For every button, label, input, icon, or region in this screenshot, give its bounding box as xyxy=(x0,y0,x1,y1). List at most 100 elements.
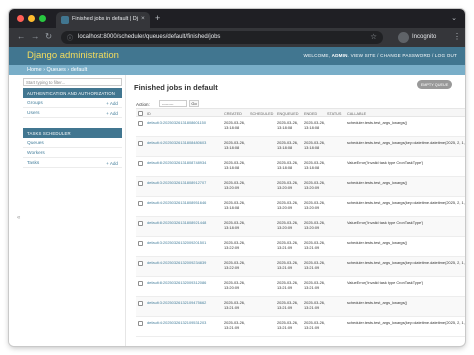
tab-strip: Finished jobs in default | Dj... × + ⌄ xyxy=(9,9,465,28)
collapse-sidebar-icon[interactable]: « xyxy=(17,215,20,221)
row-checkbox[interactable] xyxy=(138,141,143,146)
empty-queue-button[interactable]: EMPTY QUEUE xyxy=(417,80,452,89)
add-group-link[interactable]: + Add xyxy=(106,101,118,106)
callable-cell: scheduler.tests.test_args_kwargs(key=dat… xyxy=(347,260,465,265)
job-id-link[interactable]: default:4:20250326132109531203 xyxy=(147,320,206,325)
user-links[interactable]: . VIEW SITE / CHANGE PASSWORD / LOG OUT xyxy=(348,53,457,58)
table-row: default:3:20250326132009201501 2025-03-26… xyxy=(136,237,465,257)
browser-menu-icon[interactable]: ⋮ xyxy=(453,32,461,41)
column-header-scheduled[interactable]: SCHEDULED xyxy=(250,112,273,116)
enqueued-cell: 2025-03-26, 13:20:09 xyxy=(277,180,298,191)
sidebar-item-label[interactable]: Users xyxy=(27,111,40,116)
table-header: ID CREATED SCHEDULED ENQUEUED ENDED STAT… xyxy=(136,108,465,117)
column-header-callable[interactable]: CALLABLE xyxy=(347,112,366,116)
job-id-link[interactable]: default:4:20250326131808480603 xyxy=(147,140,206,145)
close-tab-icon[interactable]: × xyxy=(141,15,145,22)
address-bar[interactable]: ⓘ localhost:8000/scheduler/queues/defaul… xyxy=(61,31,383,44)
sidebar-item-workers[interactable]: Workers xyxy=(23,148,122,158)
row-checkbox[interactable] xyxy=(138,281,143,286)
table-row: default:4:20250326132009234839 2025-03-26… xyxy=(136,257,465,277)
sidebar-item-label[interactable]: Workers xyxy=(27,151,45,156)
table-row: default:4:20250326131808480603 2025-03-26… xyxy=(136,137,465,157)
go-button[interactable]: Go xyxy=(189,100,199,107)
sidebar-item-tasks[interactable]: Tasks + Add xyxy=(23,158,122,168)
job-id-link[interactable]: default:8:20250326132009312086 xyxy=(147,280,206,285)
nav-sidebar: Start typing to filter... AUTHENTICATION… xyxy=(9,75,126,346)
job-id-link[interactable]: default:4:20250326131808951646 xyxy=(147,200,206,205)
tab-search-icon[interactable]: ⌄ xyxy=(451,14,457,22)
column-header-ended[interactable]: ENDED xyxy=(304,112,317,116)
enqueued-cell: 2025-03-26, 13:20:09 xyxy=(277,220,298,231)
site-info-icon[interactable]: ⓘ xyxy=(67,33,73,42)
content-main: Finished jobs in default EMPTY QUEUE Act… xyxy=(126,75,465,346)
row-checkbox[interactable] xyxy=(138,161,143,166)
enqueued-cell: 2025-03-26, 13:20:09 xyxy=(277,200,298,211)
sidebar-item-label[interactable]: Queues xyxy=(27,141,44,146)
row-checkbox[interactable] xyxy=(138,221,143,226)
column-header-id[interactable]: ID xyxy=(147,112,151,116)
maximize-window-dot[interactable] xyxy=(39,15,46,22)
job-id-link[interactable]: default:3:20250326132009201501 xyxy=(147,240,206,245)
job-id-link[interactable]: default:3:20250326131808601150 xyxy=(147,120,206,125)
row-checkbox[interactable] xyxy=(138,181,143,186)
column-header-status[interactable]: STATUS xyxy=(327,112,341,116)
job-id-link[interactable]: default:3:20250326131808912707 xyxy=(147,180,206,185)
user-tools: WELCOME, ADMIN. VIEW SITE / CHANGE PASSW… xyxy=(304,53,457,58)
table-row: default:3:20250326131808912707 2025-03-26… xyxy=(136,177,465,197)
add-task-link[interactable]: + Add xyxy=(106,161,118,166)
bookmark-star-icon[interactable]: ☆ xyxy=(370,32,377,41)
new-tab-icon[interactable]: + xyxy=(155,13,160,23)
row-checkbox[interactable] xyxy=(138,301,143,306)
django-favicon-icon xyxy=(61,16,69,24)
table-row: default:3:20250326131808601150 2025-03-26… xyxy=(136,117,465,137)
incognito-label[interactable]: Incognito xyxy=(412,34,436,40)
minimize-window-dot[interactable] xyxy=(28,15,35,22)
column-header-created[interactable]: CREATED xyxy=(224,112,242,116)
sidebar-filter-input[interactable]: Start typing to filter... xyxy=(23,78,122,86)
row-checkbox[interactable] xyxy=(138,321,143,326)
created-cell: 2025-03-26, 13:18:09 xyxy=(224,220,245,231)
sidebar-item-queues[interactable]: Queues xyxy=(23,138,122,148)
username: ADMIN xyxy=(331,53,348,58)
browser-tab[interactable]: Finished jobs in default | Dj... × xyxy=(56,12,150,28)
add-user-link[interactable]: + Add xyxy=(106,111,118,116)
incognito-icon[interactable] xyxy=(398,32,409,43)
sidebar-item-label[interactable]: Groups xyxy=(27,101,43,106)
table-row: default:8:20250326131808748934 2025-03-26… xyxy=(136,157,465,177)
created-cell: 2025-03-26, 13:20:09 xyxy=(224,180,245,191)
table-row: default:4:20250326132109531203 2025-03-26… xyxy=(136,317,465,337)
callable-cell: ValueError('Invalid task type CronTaskTy… xyxy=(347,280,424,285)
job-id-link[interactable]: default:8:20250326131808748934 xyxy=(147,160,206,165)
created-cell: 2025-03-26, 13:21:09 xyxy=(224,320,245,331)
reload-icon[interactable]: ↻ xyxy=(45,31,52,42)
created-cell: 2025-03-26, 13:22:09 xyxy=(224,260,245,271)
close-window-dot[interactable] xyxy=(17,15,24,22)
back-icon[interactable]: ← xyxy=(17,31,26,41)
sidebar-item-users[interactable]: Users + Add xyxy=(23,108,122,118)
callable-cell: scheduler.tests.test_args_kwargs(key=dat… xyxy=(347,200,465,205)
site-branding[interactable]: Django administration xyxy=(27,50,119,61)
breadcrumb-text[interactable]: Home › Queues › default xyxy=(27,67,87,73)
table-row: default:3:20250326132109475662 2025-03-26… xyxy=(136,297,465,317)
callable-cell: scheduler.tests.test_args_kwargs() xyxy=(347,300,408,305)
url-text[interactable]: localhost:8000/scheduler/queues/default/… xyxy=(78,34,220,40)
sidebar-item-groups[interactable]: Groups + Add xyxy=(23,98,122,108)
column-header-enqueued[interactable]: ENQUEUED xyxy=(277,112,299,116)
job-id-link[interactable]: default:3:20250326132109475662 xyxy=(147,300,206,305)
actions-label: Action: xyxy=(136,102,150,107)
module-caption[interactable]: TASKS SCHEDULER xyxy=(23,128,122,138)
row-checkbox[interactable] xyxy=(138,241,143,246)
row-checkbox[interactable] xyxy=(138,201,143,206)
forward-icon[interactable]: → xyxy=(31,31,40,41)
select-all-checkbox[interactable] xyxy=(138,110,143,116)
ended-cell: 2025-03-26, 13:21:09 xyxy=(304,260,325,271)
module-caption[interactable]: AUTHENTICATION AND AUTHORIZATION xyxy=(23,88,122,98)
created-cell: 2025-03-26, 13:21:09 xyxy=(224,300,245,311)
row-checkbox[interactable] xyxy=(138,261,143,266)
sidebar-item-label[interactable]: Tasks xyxy=(27,161,39,166)
action-select[interactable]: --------- xyxy=(159,100,187,107)
ended-cell: 2025-03-26, 13:21:09 xyxy=(304,300,325,311)
row-checkbox[interactable] xyxy=(138,121,143,126)
job-id-link[interactable]: default:8:20250326131808921448 xyxy=(147,220,206,225)
job-id-link[interactable]: default:4:20250326132009234839 xyxy=(147,260,206,265)
